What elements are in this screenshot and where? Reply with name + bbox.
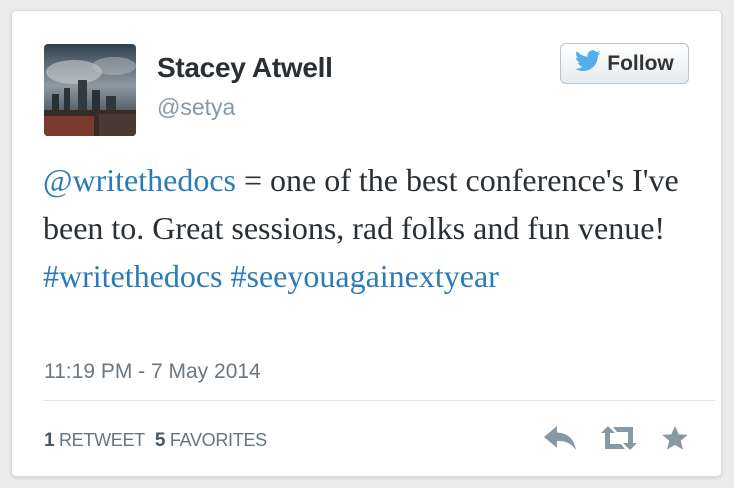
favorites-stat[interactable]: 5 FAVORITES bbox=[154, 430, 267, 451]
follow-button[interactable]: Follow bbox=[560, 43, 689, 84]
author-handle[interactable]: @setya bbox=[157, 94, 235, 121]
hashtag-link[interactable]: #writethedocs bbox=[43, 258, 223, 294]
twitter-bird-icon bbox=[575, 50, 601, 77]
retweet-icon[interactable] bbox=[599, 425, 639, 451]
author-name[interactable]: Stacey Atwell bbox=[157, 52, 333, 84]
follow-label: Follow bbox=[607, 51, 674, 75]
tweet-actions bbox=[543, 425, 689, 451]
retweet-count: 1 bbox=[44, 430, 55, 451]
hashtag-link[interactable]: #seeyouagainextyear bbox=[231, 258, 499, 294]
favorite-star-icon[interactable] bbox=[661, 425, 689, 451]
avatar-image bbox=[44, 44, 136, 136]
avatar[interactable] bbox=[44, 44, 136, 136]
retweet-label: RETWEET bbox=[58, 430, 145, 450]
favorites-label: FAVORITES bbox=[169, 430, 267, 450]
divider bbox=[43, 400, 715, 401]
embedded-tweet-card: Stacey Atwell @setya Follow @writethedoc… bbox=[11, 10, 722, 477]
mention-link[interactable]: @writethedocs bbox=[43, 162, 236, 198]
retweet-stat[interactable]: 1 RETWEET bbox=[44, 430, 145, 451]
reply-icon[interactable] bbox=[543, 425, 577, 451]
tweet-text: @writethedocs = one of the best conferen… bbox=[43, 156, 683, 300]
favorite-count: 5 bbox=[154, 430, 166, 451]
tweet-stats: 1 RETWEET 5 FAVORITES bbox=[44, 430, 267, 452]
tweet-timestamp[interactable]: 11:19 PM - 7 May 2014 bbox=[44, 360, 261, 384]
